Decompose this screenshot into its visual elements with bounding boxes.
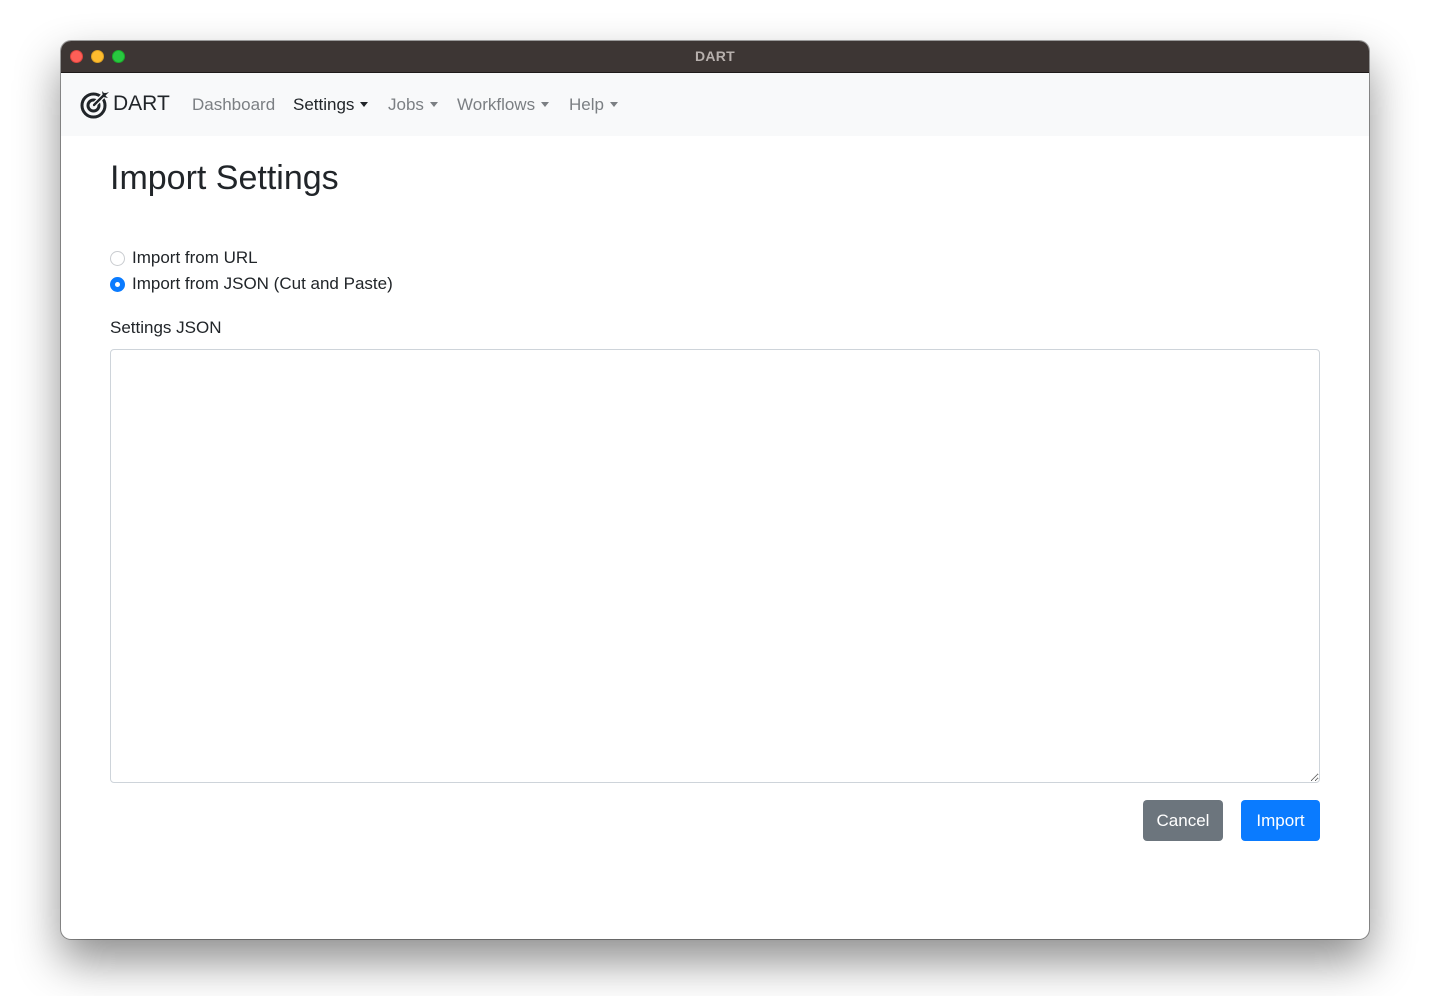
caret-down-icon — [609, 102, 618, 107]
window-title: DART — [694, 48, 736, 64]
settings-json-textarea[interactable] — [110, 349, 1320, 783]
import-from-json-radio[interactable] — [110, 276, 125, 292]
nav-jobs-label: Jobs — [388, 95, 424, 114]
cancel-button[interactable]: Cancel — [1143, 800, 1223, 841]
import-from-url-option[interactable]: Import from URL — [110, 247, 258, 269]
caret-down-icon — [429, 102, 438, 107]
import-from-json-option[interactable]: Import from JSON (Cut and Paste) — [110, 273, 393, 295]
page-title: Import Settings — [110, 159, 339, 197]
title-bar: DART — [61, 41, 1369, 73]
nav-help-label: Help — [569, 95, 604, 114]
bullseye-arrow-icon — [80, 91, 109, 119]
navbar: DART Dashboard Settings Jobs Workflows H… — [61, 73, 1369, 136]
nav-dashboard-label: Dashboard — [192, 95, 276, 114]
import-button[interactable]: Import — [1241, 800, 1320, 841]
import-from-url-radio[interactable] — [110, 250, 125, 266]
nav-workflows-label: Workflows — [457, 95, 536, 114]
brand-name: DART — [113, 92, 170, 115]
app-window: DART DART Dashboard Settings Jobs Workfl… — [61, 41, 1369, 939]
brand-link[interactable]: DART — [80, 87, 170, 121]
import-from-json-label: Import from JSON (Cut and Paste) — [132, 274, 393, 293]
caret-down-icon — [541, 102, 550, 107]
settings-json-label: Settings JSON — [110, 318, 222, 337]
nav-workflows-dropdown[interactable]: Workflows — [457, 93, 550, 117]
nav-help-dropdown[interactable]: Help — [569, 93, 618, 117]
nav-settings-dropdown[interactable]: Settings — [293, 93, 369, 117]
nav-jobs-dropdown[interactable]: Jobs — [388, 93, 438, 117]
nav-settings-label: Settings — [293, 95, 355, 114]
import-from-url-label: Import from URL — [132, 248, 258, 267]
caret-down-icon — [360, 102, 369, 107]
nav-dashboard[interactable]: Dashboard — [192, 93, 275, 117]
